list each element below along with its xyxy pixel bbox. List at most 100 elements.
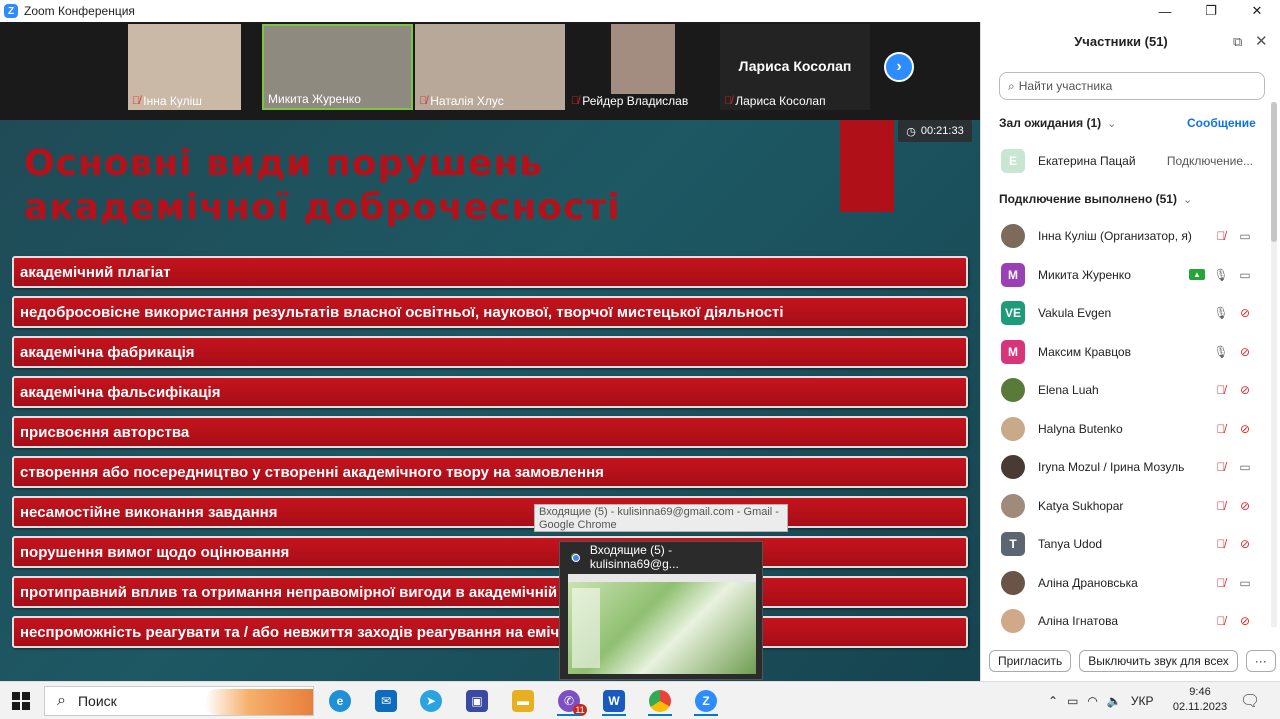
participant-status-icons: 🎙̸ ▭ <box>1213 229 1253 243</box>
video-off-icon[interactable]: ⊘ <box>1237 422 1253 436</box>
taskbar-search-label: Поиск <box>77 693 117 709</box>
mic-muted-icon[interactable]: 🎙̸ <box>1213 229 1229 243</box>
clock-icon: ◷ <box>906 125 916 138</box>
video-off-icon[interactable]: ⊘ <box>1237 537 1253 551</box>
taskbar-app-chrome[interactable] <box>640 686 680 716</box>
clock[interactable]: 9:46 02.11.2023 <box>1172 685 1228 715</box>
video-off-icon[interactable]: ⊘ <box>1237 345 1253 359</box>
mic-icon[interactable]: 🎙 <box>1213 306 1229 320</box>
minimize-button[interactable]: — <box>1142 0 1188 22</box>
thumbnail-label: Микита Журенко <box>268 92 361 106</box>
video-icon[interactable]: ▭ <box>1237 229 1253 243</box>
mic-muted-icon[interactable]: 🎙̸ <box>1213 576 1229 590</box>
participant-name: Katya Sukhopar <box>1038 498 1124 513</box>
scrollbar-thumb[interactable] <box>1271 102 1277 242</box>
mic-muted-icon[interactable]: 🎙̸ <box>1213 422 1229 436</box>
notifications-icon[interactable]: 🗨 <box>1240 691 1260 711</box>
waiting-room-header[interactable]: Зал ожидания (1) ⌄ <box>999 116 1116 130</box>
participant-row[interactable]: Аліна Драновська 🎙̸ ▭ <box>1001 568 1253 598</box>
chevron-up-icon[interactable]: ⌃ <box>1048 694 1058 708</box>
mic-muted-icon[interactable]: 🎙̸ <box>1213 383 1229 397</box>
participant-row[interactable]: Elena Luah 🎙̸ ⊘ <box>1001 375 1253 405</box>
participant-status-icons: 🎙̸ ⊘ <box>1213 422 1253 436</box>
mic-muted-icon[interactable]: 🎙̸ <box>1213 537 1229 551</box>
video-icon[interactable]: ▭ <box>1237 268 1253 282</box>
taskbar-app-word[interactable]: W <box>594 686 634 716</box>
video-icon[interactable]: ▭ <box>1237 576 1253 590</box>
participant-row[interactable]: Katya Sukhopar 🎙̸ ⊘ <box>1001 491 1253 521</box>
save-icon: ▣ <box>466 690 488 712</box>
mic-muted-icon: 🎙̸ <box>132 95 141 107</box>
participant-status: Подключение... <box>1166 154 1253 168</box>
more-button[interactable]: ··· <box>1245 650 1276 672</box>
popout-icon[interactable]: ⧉ <box>1233 34 1242 50</box>
video-off-icon[interactable]: ⊘ <box>1237 306 1253 320</box>
battery-icon[interactable]: ▭ <box>1067 694 1078 708</box>
video-off-icon[interactable]: ⊘ <box>1237 383 1253 397</box>
mic-muted-icon[interactable]: 🎙̸ <box>1213 614 1229 628</box>
volume-icon[interactable]: 🔈 <box>1107 694 1122 708</box>
participant-status-icons: 🎙̸ ⊘ <box>1213 383 1253 397</box>
participant-name: Halyna Butenko <box>1038 421 1123 436</box>
video-off-icon[interactable]: ⊘ <box>1237 614 1253 628</box>
participant-row[interactable]: M Максим Кравцов 🎙 ⊘ <box>1001 337 1253 367</box>
next-page-button[interactable]: › <box>884 52 914 82</box>
video-thumbnail[interactable]: 🎙̸ Інна Куліш <box>128 24 241 110</box>
mic-icon[interactable]: 🎙 <box>1213 268 1229 282</box>
participant-row[interactable]: Аліна Ігнатова 🎙̸ ⊘ <box>1001 606 1253 636</box>
wifi-icon[interactable]: ◠ <box>1087 694 1097 708</box>
thumbnail-label: 🎙̸ Наталія Хлус <box>419 94 504 108</box>
video-off-icon[interactable]: ⊘ <box>1237 499 1253 513</box>
video-thumbnail[interactable]: 🎙̸ Рейдер Владислав <box>567 24 719 110</box>
window-controls: — ❐ ✕ <box>1142 0 1280 22</box>
slide-list-item: присвоєння авторства <box>12 416 968 448</box>
participant-status-icons: 🎙̸ ⊘ <box>1213 537 1253 551</box>
taskbar-app-telegram[interactable]: ➤ <box>411 686 451 716</box>
preview-thumbnail <box>568 574 756 674</box>
participant-row[interactable]: VE Vakula Evgen 🎙 ⊘ <box>1001 298 1253 328</box>
language-indicator[interactable]: УКР <box>1131 694 1154 708</box>
close-button[interactable]: ✕ <box>1234 0 1280 22</box>
windows-start-icon[interactable] <box>12 692 30 710</box>
chrome-window-preview[interactable]: Входящие (5) - kulisinna69@g... <box>559 541 763 680</box>
video-thumbnail[interactable]: Лариса Косолап 🎙̸ Лариса Косолап <box>720 24 870 110</box>
mute-all-button[interactable]: Выключить звук для всех <box>1079 650 1238 672</box>
mic-muted-icon[interactable]: 🎙̸ <box>1213 499 1229 513</box>
participant-row[interactable]: Інна Куліш (Организатор, я) 🎙̸ ▭ <box>1001 221 1253 251</box>
gallery-strip: 🎙̸ Інна Куліш Микита Журенко 🎙̸ Наталія Хл… <box>0 22 980 120</box>
participant-status-icons: 🎙̸ ▭ <box>1213 460 1253 474</box>
invite-button[interactable]: Пригласить <box>989 650 1072 672</box>
participant-row[interactable]: T Tanya Udod 🎙̸ ⊘ <box>1001 529 1253 559</box>
waiting-participant-row[interactable]: E Екатерина Пацай Подключение... <box>1001 146 1253 176</box>
slide-list-item: академічна фабрикація <box>12 336 968 368</box>
participant-row[interactable]: M Микита Журенко ▲ 🎙 ▭ <box>1001 260 1253 290</box>
taskbar-search[interactable]: ⌕ Поиск <box>44 686 314 716</box>
thumbnail-label: 🎙̸ Рейдер Владислав <box>571 94 689 108</box>
video-thumbnail[interactable]: 🎙̸ Наталія Хлус <box>415 24 565 110</box>
participant-status-icons: ▲ 🎙 ▭ <box>1189 268 1253 282</box>
maximize-button[interactable]: ❐ <box>1188 0 1234 22</box>
taskbar-app-viber[interactable]: ✆ 11 <box>549 686 589 716</box>
search-box[interactable]: ⌕ <box>999 72 1265 100</box>
mic-muted-icon[interactable]: 🎙̸ <box>1213 460 1229 474</box>
search-input[interactable] <box>1018 79 1249 93</box>
taskbar-app-save[interactable]: ▣ <box>457 686 497 716</box>
taskbar-app-mail[interactable]: ✉ <box>366 686 406 716</box>
video-thumbnail-active-speaker[interactable]: Микита Журенко <box>262 24 413 110</box>
taskbar-app-explorer[interactable]: ▬ <box>503 686 543 716</box>
taskbar-app-zoom[interactable]: Z <box>686 686 726 716</box>
participant-row[interactable]: Iryna Mozul / Ірина Мозуль 🎙̸ ▭ <box>1001 452 1253 482</box>
thumbnail-label: 🎙̸ Інна Куліш <box>132 94 202 108</box>
message-button[interactable]: Сообщение <box>1187 116 1256 130</box>
mic-icon[interactable]: 🎙 <box>1213 345 1229 359</box>
search-icon: ⌕ <box>1008 78 1015 93</box>
close-icon[interactable]: ✕ <box>1255 32 1268 50</box>
scrollbar[interactable] <box>1271 102 1277 627</box>
taskbar-app-edge[interactable]: e <box>320 686 360 716</box>
video-icon[interactable]: ▭ <box>1237 460 1253 474</box>
participant-name-large: Лариса Косолап <box>738 58 852 74</box>
connected-header[interactable]: Подключение выполнено (51) ⌄ <box>999 192 1192 206</box>
participant-row[interactable]: Halyna Butenko 🎙̸ ⊘ <box>1001 414 1253 444</box>
participant-name: Tanya Udod <box>1038 537 1103 551</box>
telegram-icon: ➤ <box>420 690 442 712</box>
